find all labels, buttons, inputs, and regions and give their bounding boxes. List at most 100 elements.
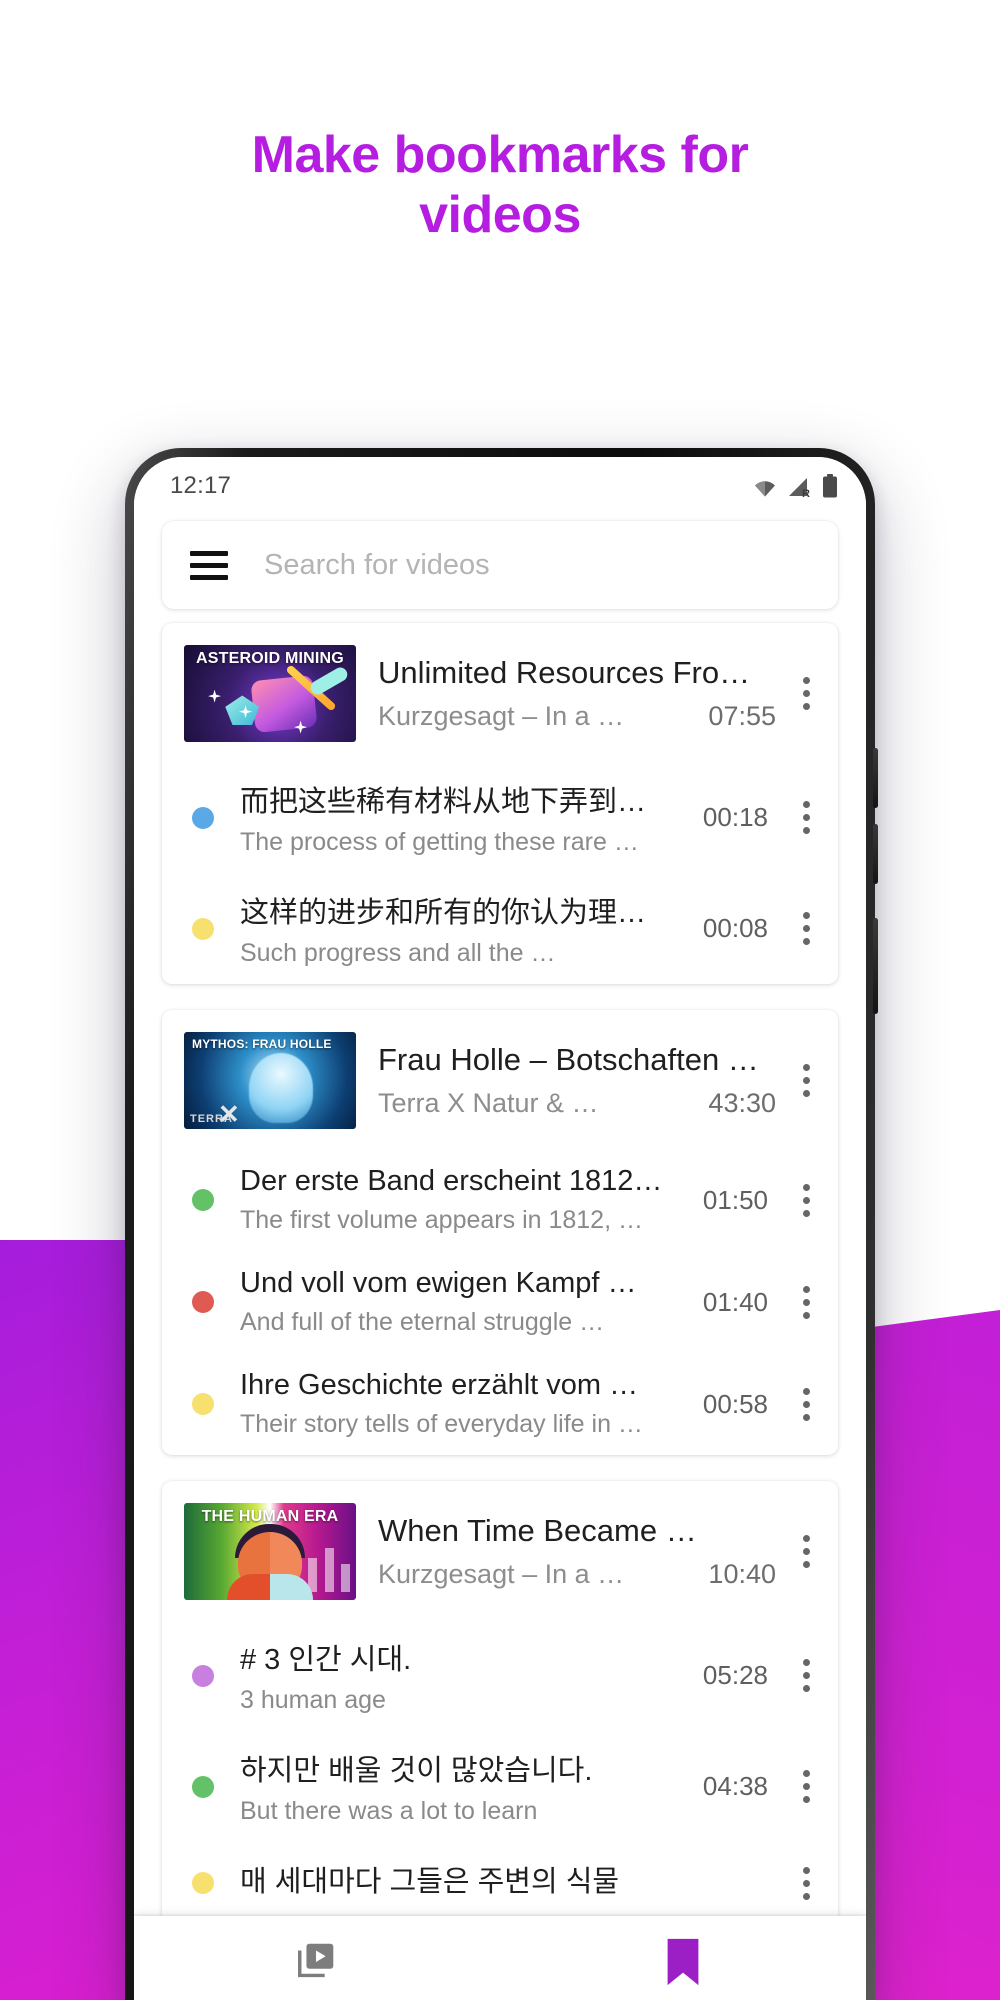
bookmark-overflow-menu-icon[interactable]	[782, 1183, 822, 1217]
bookmark-row[interactable]: # 3 인간 시대. 3 human age 05:28	[162, 1620, 838, 1731]
bookmark-subtitle: But there was a lot to learn	[240, 1797, 538, 1825]
status-icon-group: R	[752, 474, 838, 498]
volume-up-button[interactable]	[873, 748, 878, 808]
thumbnail-label: ASTEROID MINING	[196, 650, 344, 667]
video-channel: Terra X Natur & …	[378, 1088, 599, 1118]
bookmark-row[interactable]: Der erste Band erscheint 1812… The first…	[162, 1149, 838, 1251]
bookmark-subtitle: Their story tells of everyday life in …	[240, 1410, 643, 1438]
bookmark-text: Und voll vom ewigen Kampf … And full of …	[240, 1267, 693, 1337]
bookmark-row[interactable]: 하지만 배울 것이 많았습니다. But there was a lot to …	[162, 1731, 838, 1842]
bookmark-overflow-menu-icon[interactable]	[782, 1285, 822, 1319]
video-duration: 07:55	[708, 701, 776, 731]
video-overflow-menu-icon[interactable]	[782, 677, 822, 710]
bookmark-subtitle: The first volume appears in 1812, …	[240, 1206, 643, 1234]
video-subline: Kurzgesagt – In a … 07:55	[378, 701, 782, 732]
bookmark-subtitle: The process of getting these rare …	[240, 828, 639, 856]
video-channel: Kurzgesagt – In a …	[378, 701, 625, 731]
headline-line-1: Make bookmarks for	[251, 126, 749, 184]
bookmark-subtitle: Such progress and all the …	[240, 939, 556, 967]
signal-roaming-icon: R	[789, 478, 810, 498]
bookmark-row[interactable]: Ihre Geschichte erzählt vom … Their stor…	[162, 1353, 838, 1455]
video-header-row[interactable]: THE HUMAN ERA When Time Became … Kurzges…	[162, 1481, 838, 1620]
bookmark-row[interactable]: 这样的进步和所有的你认为理… Such progress and all the…	[162, 873, 838, 984]
bookmark-subtitle: 3 human age	[240, 1686, 386, 1714]
search-section: Search for videos	[134, 515, 866, 623]
video-subline: Terra X Natur & … 43:30	[378, 1088, 782, 1119]
video-channel: Kurzgesagt – In a …	[378, 1559, 625, 1589]
phone-frame: 12:17 R Search for videos ASTEROID MININ…	[125, 448, 878, 2000]
bookmark-overflow-menu-icon[interactable]	[782, 912, 822, 945]
video-meta: When Time Became … Kurzgesagt – In a … 1…	[378, 1513, 782, 1590]
search-input[interactable]: Search for videos	[264, 549, 490, 582]
roaming-label: R	[802, 488, 810, 498]
status-clock: 12:17	[170, 472, 232, 499]
battery-icon	[823, 474, 837, 498]
thumbnail-label: THE HUMAN ERA	[201, 1508, 339, 1525]
bookmark-color-dot	[192, 1291, 214, 1313]
video-card[interactable]: ASTEROID MINING Unlimited Resources Fro……	[162, 623, 838, 984]
phone-screen: 12:17 R Search for videos ASTEROID MININ…	[134, 457, 866, 2000]
bookmark-overflow-menu-icon[interactable]	[782, 1659, 822, 1692]
video-header-row[interactable]: MYTHOS: FRAU HOLLE TERRA ✕ Frau Holle – …	[162, 1010, 838, 1149]
video-thumbnail[interactable]: ASTEROID MINING	[184, 645, 356, 742]
bookmark-icon[interactable]	[663, 1937, 703, 1987]
bookmark-row[interactable]: Und voll vom ewigen Kampf … And full of …	[162, 1251, 838, 1353]
bookmark-timestamp: 00:08	[702, 913, 768, 943]
bookmark-title: 而把这些稀有材料从地下弄到…	[240, 786, 647, 818]
bookmark-timestamp: 04:38	[702, 1771, 768, 1801]
video-duration: 43:30	[708, 1088, 776, 1118]
bookmark-row[interactable]: 而把这些稀有材料从地下弄到… The process of getting th…	[162, 762, 838, 873]
bookmark-color-dot	[192, 806, 214, 829]
video-overflow-menu-icon[interactable]	[782, 1535, 822, 1568]
power-button[interactable]	[873, 918, 878, 1014]
video-card[interactable]: THE HUMAN ERA When Time Became … Kurzges…	[162, 1481, 838, 1924]
bookmark-text: Der erste Band erscheint 1812… The first…	[240, 1165, 693, 1235]
bookmark-text: 하지만 배울 것이 많았습니다. But there was a lot to …	[240, 1747, 693, 1826]
video-subline: Kurzgesagt – In a … 10:40	[378, 1559, 782, 1590]
video-meta: Unlimited Resources Fro… Kurzgesagt – In…	[378, 655, 782, 732]
bookmark-color-dot	[192, 1775, 214, 1798]
bookmark-color-dot	[192, 917, 214, 940]
video-title: Frau Holle – Botschaften …	[378, 1042, 759, 1077]
bookmark-title: 매 세대마다 그들은 주변의 식물	[240, 1866, 620, 1898]
bookmark-title: 这样的进步和所有的你认为理…	[240, 897, 647, 929]
bookmark-overflow-menu-icon[interactable]	[782, 1770, 822, 1803]
bookmark-color-dot	[192, 1664, 214, 1687]
bookmark-title: Ihre Geschichte erzählt vom …	[240, 1369, 639, 1401]
bookmark-timestamp: 05:28	[702, 1660, 768, 1690]
wifi-icon	[755, 481, 775, 497]
video-title: When Time Became …	[378, 1513, 697, 1548]
status-bar: 12:17 R	[134, 457, 866, 515]
video-title: Unlimited Resources Fro…	[378, 655, 751, 690]
video-thumbnail[interactable]: THE HUMAN ERA	[184, 1503, 356, 1600]
video-thumbnail[interactable]: MYTHOS: FRAU HOLLE TERRA ✕	[184, 1032, 356, 1129]
bookmark-title: 하지만 배울 것이 많았습니다.	[240, 1755, 593, 1787]
video-card[interactable]: MYTHOS: FRAU HOLLE TERRA ✕ Frau Holle – …	[162, 1010, 838, 1455]
bookmark-overflow-menu-icon[interactable]	[782, 1866, 822, 1900]
bookmark-timestamp: 00:18	[702, 802, 768, 832]
nav-item-videos[interactable]	[134, 1916, 500, 2000]
bookmark-title: # 3 인간 시대.	[240, 1644, 412, 1676]
video-library-icon[interactable]	[294, 1939, 340, 1985]
search-bar[interactable]: Search for videos	[162, 521, 838, 609]
page-title: Make bookmarks for videos	[0, 126, 1000, 246]
bookmark-text: 而把这些稀有材料从地下弄到… The process of getting th…	[240, 778, 693, 857]
bookmark-row[interactable]: 매 세대마다 그들은 주변의 식물	[162, 1842, 838, 1924]
bookmark-text: # 3 인간 시대. 3 human age	[240, 1636, 693, 1715]
video-overflow-menu-icon[interactable]	[782, 1064, 822, 1097]
nav-item-bookmarks[interactable]	[500, 1916, 866, 2000]
decorative-purple-left	[0, 1240, 128, 2000]
bookmark-color-dot	[192, 1393, 214, 1415]
thumbnail-label: MYTHOS: FRAU HOLLE	[192, 1037, 332, 1051]
bookmark-color-dot	[192, 1189, 214, 1211]
bottom-navigation	[134, 1916, 866, 2000]
video-duration: 10:40	[708, 1559, 776, 1589]
hamburger-menu-icon[interactable]	[190, 550, 228, 580]
bookmark-text: Ihre Geschichte erzählt vom … Their stor…	[240, 1369, 693, 1439]
volume-down-button[interactable]	[873, 824, 878, 884]
bookmark-overflow-menu-icon[interactable]	[782, 1387, 822, 1421]
headline-line-2: videos	[419, 185, 581, 244]
bookmark-overflow-menu-icon[interactable]	[782, 801, 822, 834]
video-header-row[interactable]: ASTEROID MINING Unlimited Resources Fro……	[162, 623, 838, 762]
bookmark-timestamp: 01:40	[702, 1286, 768, 1317]
